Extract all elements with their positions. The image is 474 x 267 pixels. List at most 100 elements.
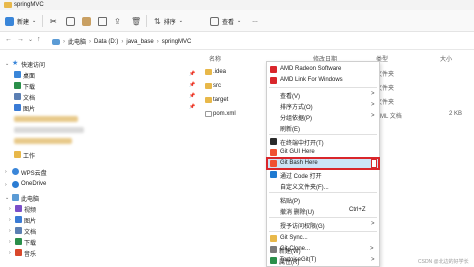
amd-icon — [270, 77, 277, 84]
breadcrumb-data-drive[interactable]: Data (D:) — [94, 39, 118, 45]
folder-icon — [205, 69, 212, 75]
menu-item-paste[interactable]: 粘贴(P) — [267, 194, 379, 205]
column-header-size[interactable]: 大小 — [440, 54, 452, 63]
toolbar-divider — [42, 15, 43, 27]
chevron-down-icon: ⌄ — [32, 18, 37, 24]
onedrive-icon — [12, 181, 19, 188]
sidebar-item-downloads[interactable]: 下载 📌 — [0, 80, 200, 91]
menu-item-customize-folder[interactable]: 自定义文件夹(F)... — [267, 180, 379, 191]
copy-button[interactable] — [66, 14, 75, 28]
menu-item-grant-access[interactable]: 授予访问权限(G) > — [267, 219, 379, 230]
view-label: 查看 — [222, 19, 235, 26]
chevron-down-icon: ⌄ — [178, 18, 183, 24]
forward-button[interactable]: → — [17, 36, 24, 43]
document-icon — [15, 227, 22, 234]
paste-icon — [82, 16, 91, 26]
menu-item-git-bash[interactable]: Git Bash Here — [266, 157, 380, 170]
desktop-icon — [14, 71, 21, 78]
sort-icon: ⇅ — [154, 16, 161, 26]
sidebar-item-pc-downloads[interactable]: › 下载 — [0, 236, 200, 247]
menu-item-properties[interactable]: 属性(R) — [266, 255, 378, 266]
chevron-right-icon: › — [9, 239, 11, 245]
toolbar-divider — [146, 15, 147, 27]
chevron-right-icon: > — [371, 102, 375, 108]
menu-item-open-in-terminal[interactable]: 在终端中打开(T) — [267, 136, 379, 147]
paste-button[interactable] — [82, 14, 91, 28]
delete-button[interactable]: 🗑 — [131, 14, 141, 28]
document-icon — [14, 93, 21, 100]
window-title: springMVC — [14, 2, 44, 8]
sidebar-item-videos[interactable]: › 视频 — [0, 203, 200, 214]
terminal-icon — [270, 138, 277, 145]
new-button[interactable]: 新建 ⌄ — [5, 14, 36, 28]
address-bar: ← → ⌄ ↑ › 此电脑 › Data (D:) › java_base › … — [0, 33, 474, 50]
view-button[interactable]: 查看 ⌄ — [210, 14, 241, 28]
sidebar-item-onedrive[interactable]: › OneDrive — [0, 179, 200, 190]
sidebar-item-pictures[interactable]: 图片 📌 — [0, 102, 200, 113]
breadcrumb-this-pc[interactable]: 此电脑 — [68, 37, 86, 46]
chevron-right-icon: > — [371, 113, 375, 119]
back-button[interactable]: ← — [5, 36, 12, 43]
menu-item-amd-link[interactable]: AMD Link For Windows — [267, 75, 379, 86]
rename-button[interactable] — [98, 14, 107, 28]
more-button[interactable]: … — [252, 14, 258, 28]
menu-item-view[interactable]: 查看(V) > — [267, 89, 379, 100]
vscode-icon — [270, 171, 277, 178]
highlight-marker — [371, 159, 377, 168]
sort-button[interactable]: ⇅ 排序 ⌄ — [154, 14, 183, 28]
watermark: CSDN @北边的好学长 — [418, 259, 469, 265]
recent-locations-button[interactable]: ⌄ — [28, 36, 33, 43]
breadcrumb-springmvc[interactable]: springMVC — [162, 39, 192, 45]
breadcrumb: › 此电脑 › Data (D:) › java_base › springMV… — [52, 37, 191, 46]
menu-item-sort-by[interactable]: 排序方式(O) > — [267, 100, 379, 111]
menu-item-git-sync[interactable]: Git Sync... — [267, 233, 379, 244]
share-button[interactable]: ⇪ — [114, 14, 121, 28]
title-bar: springMVC — [0, 0, 474, 10]
folder-icon — [205, 97, 212, 103]
xml-file-icon — [205, 111, 212, 117]
trash-icon: 🗑 — [131, 16, 142, 26]
chevron-down-icon: ⌄ — [5, 61, 10, 67]
pin-icon: 📌 — [189, 71, 196, 77]
git-icon — [270, 149, 277, 156]
sidebar-item-this-pc[interactable]: ⌄ 此电脑 — [0, 192, 200, 203]
menu-item-undo-delete[interactable]: 撤消 删除(U) Ctrl+Z — [267, 205, 379, 216]
chevron-down-icon: ⌄ — [237, 18, 242, 24]
menu-item-amd-radeon[interactable]: AMD Radeon Software — [267, 64, 379, 75]
menu-item-refresh[interactable]: 刷新(E) — [267, 122, 379, 133]
cut-button[interactable]: ✂ — [50, 14, 57, 28]
sidebar-item-work[interactable]: 工作 — [0, 149, 200, 160]
up-button[interactable]: ↑ — [37, 36, 41, 43]
more-icon: … — [252, 18, 258, 24]
menu-item-git-gui[interactable]: Git GUI Here — [267, 147, 379, 158]
chevron-right-icon: › — [5, 169, 7, 175]
sidebar-item-music[interactable]: › 音乐 — [0, 247, 200, 258]
shortcut-label: Ctrl+Z — [349, 207, 366, 213]
menu-item-new[interactable]: 新建(W) > — [266, 244, 378, 255]
menu-separator — [269, 134, 377, 135]
context-menu: AMD Radeon Software AMD Link For Windows… — [266, 61, 380, 267]
menu-item-group-by[interactable]: 分组依据(P) > — [267, 111, 379, 122]
chevron-right-icon: > — [371, 91, 375, 97]
chevron-right-icon: › — [9, 228, 11, 234]
chevron-right-icon: › — [9, 250, 11, 256]
menu-item-open-with-code[interactable]: 通过 Code 打开 — [267, 169, 379, 180]
sidebar-item-desktop[interactable]: 桌面 📌 — [0, 69, 200, 80]
star-icon: ★ — [12, 60, 19, 67]
chevron-right-icon: › — [5, 182, 7, 188]
sidebar-item-wps[interactable]: › WPS云盘 — [0, 166, 200, 177]
sidebar-item-pc-documents[interactable]: › 文档 — [0, 225, 200, 236]
menu-separator — [269, 192, 377, 193]
chevron-right-icon: › — [9, 217, 11, 223]
redacted-folder — [14, 116, 78, 122]
cloud-icon — [12, 168, 19, 175]
chevron-right-icon: > — [370, 246, 374, 252]
sidebar-item-quick-access[interactable]: ⌄ ★ 快速访问 — [0, 58, 200, 69]
column-header-name[interactable]: 名称 — [209, 54, 221, 63]
git-sync-icon — [270, 235, 277, 242]
breadcrumb-java-base[interactable]: java_base — [126, 39, 153, 45]
music-icon — [15, 249, 22, 256]
picture-icon — [14, 104, 21, 111]
sidebar-item-pc-pictures[interactable]: › 图片 — [0, 214, 200, 225]
sidebar-item-documents[interactable]: 文档 📌 — [0, 91, 200, 102]
